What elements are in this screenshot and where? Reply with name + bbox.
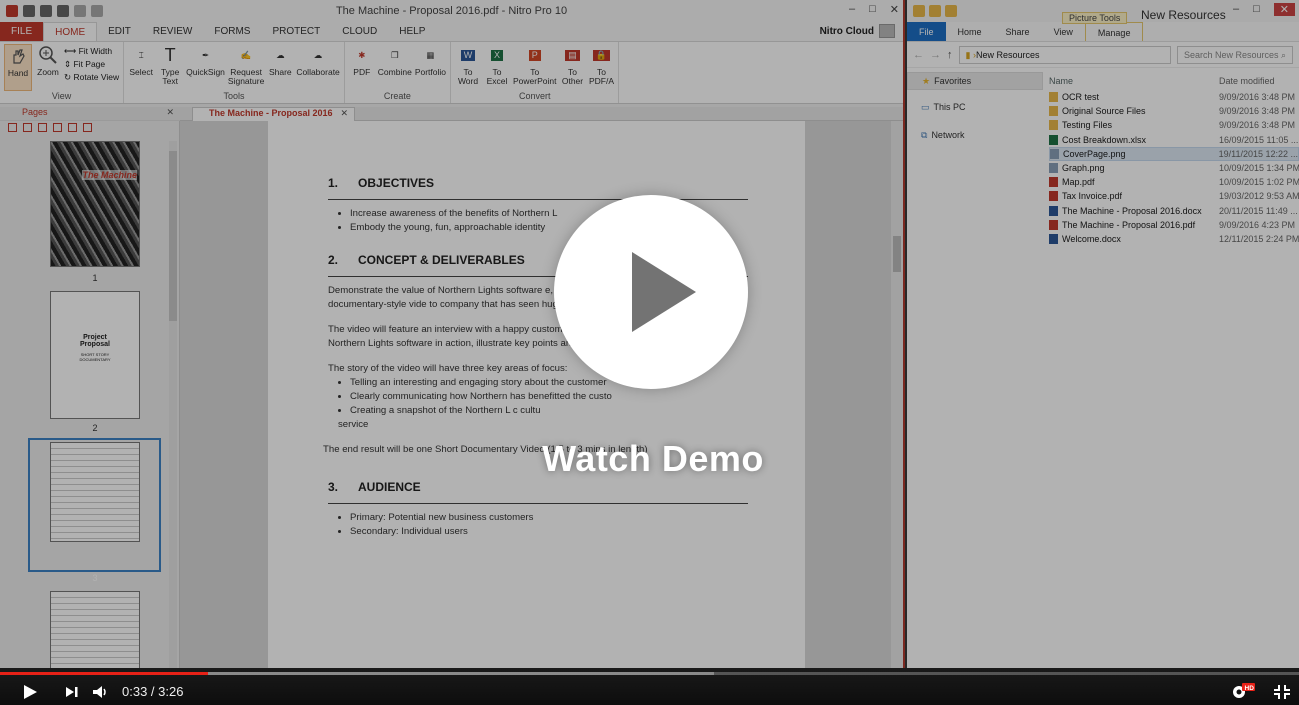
hd-badge: HD bbox=[1245, 685, 1255, 692]
watch-demo-label: Watch Demo bbox=[542, 438, 764, 479]
settings-gear-icon: HD bbox=[1233, 683, 1255, 698]
play-button[interactable] bbox=[554, 195, 748, 389]
volume-icon bbox=[93, 685, 106, 698]
time-display: 0:33 / 3:26 bbox=[122, 684, 184, 699]
video-player-controls: 0:33 / 3:26 HD bbox=[0, 668, 1299, 705]
next-button[interactable] bbox=[60, 678, 84, 705]
play-icon bbox=[632, 252, 696, 332]
play-pause-button[interactable] bbox=[0, 678, 60, 705]
played-bar bbox=[0, 672, 208, 675]
exit-fullscreen-icon bbox=[1274, 685, 1290, 699]
volume-button[interactable] bbox=[84, 678, 116, 705]
progress-bar[interactable] bbox=[0, 672, 1299, 675]
controls-row: 0:33 / 3:26 HD bbox=[0, 678, 1299, 705]
play-icon bbox=[24, 684, 37, 699]
skip-next-icon bbox=[66, 686, 78, 697]
settings-button[interactable]: HD bbox=[1229, 681, 1255, 704]
exit-fullscreen-button[interactable] bbox=[1273, 684, 1291, 703]
